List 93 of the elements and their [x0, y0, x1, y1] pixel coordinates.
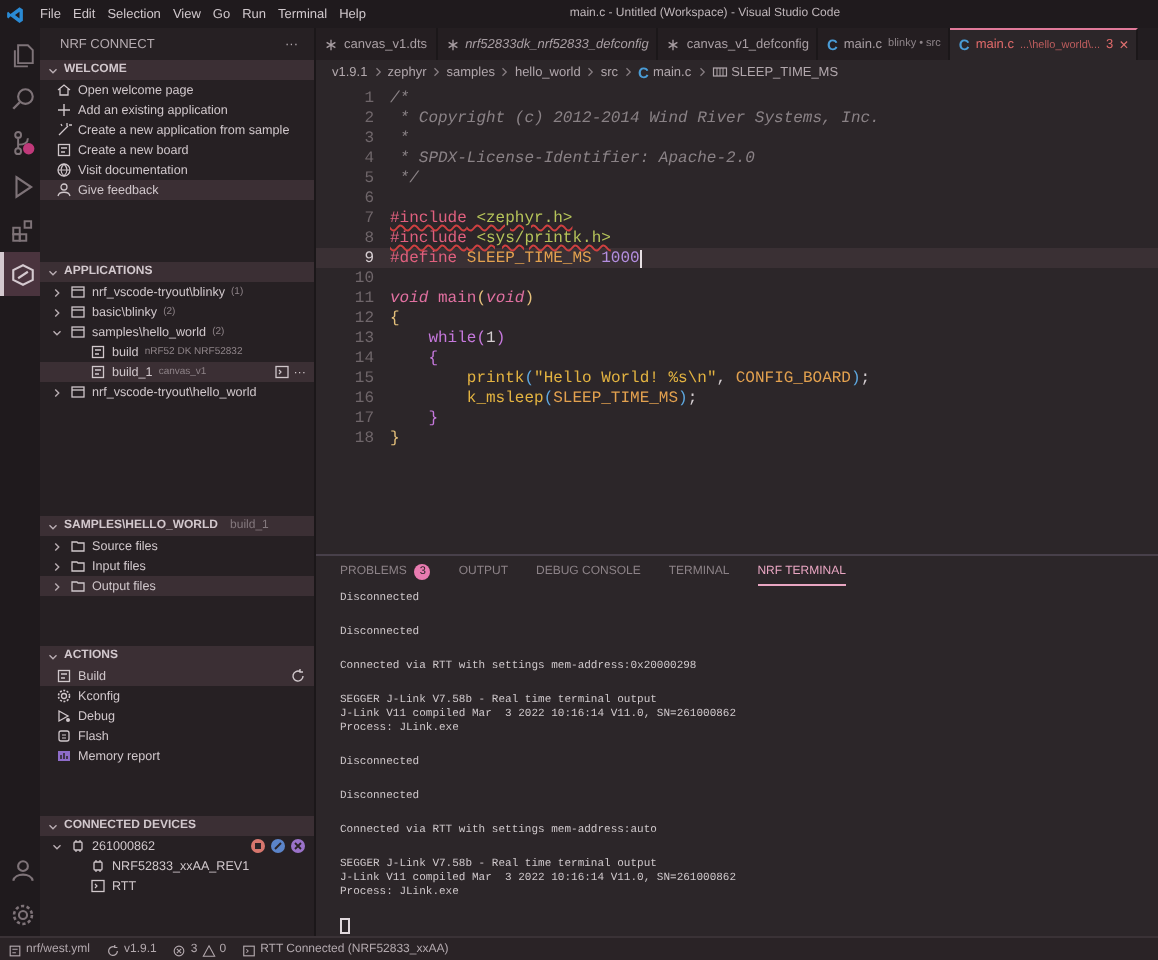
chevron-icon [498, 66, 511, 78]
line-number: 16 [352, 389, 376, 407]
chevron-icon[interactable] [46, 265, 60, 279]
line-number: 7 [362, 209, 376, 227]
code-line: */ [397, 169, 419, 187]
chevron-icon[interactable] [50, 325, 64, 339]
line-number: 9 [362, 249, 376, 267]
chevron-icon[interactable] [46, 63, 60, 77]
refresh-icon [290, 668, 306, 684]
error-icon [172, 943, 187, 957]
line-number: 4 [362, 149, 376, 167]
chevron-icon [430, 66, 443, 78]
line-number: 17 [352, 409, 376, 427]
code-line: } [426, 409, 439, 427]
branch-icon [9, 129, 35, 155]
line-number: 3 [362, 129, 376, 147]
line-number: 14 [352, 349, 376, 367]
window-icon [70, 324, 86, 340]
window-icon [70, 284, 86, 300]
code-line: } [390, 429, 400, 447]
code-line: #include <sys/printk.h> [390, 229, 611, 247]
board-icon [56, 668, 72, 684]
nrf-icon [9, 261, 35, 287]
chip-icon [90, 858, 106, 874]
chevron-icon[interactable] [50, 285, 64, 299]
globe-icon [56, 162, 72, 178]
line-number: 12 [352, 309, 376, 327]
board-icon [90, 344, 106, 360]
code-line: * [397, 129, 410, 147]
terminal-icon [242, 943, 257, 957]
line-number: 13 [352, 329, 376, 347]
terminal-icon [273, 364, 290, 380]
code-line: * SPDX-License-Identifier: Apache-2.0 [397, 149, 755, 167]
code-line: { [426, 349, 439, 367]
code-line: k_msleep(SLEEP_TIME_MS); [464, 389, 698, 407]
line-number: 1 [362, 89, 376, 107]
search-icon [9, 85, 35, 111]
chevron-icon [695, 66, 708, 78]
code-line: printk("Hello World! %s\n", CONFIG_BOARD); [464, 369, 871, 387]
chevron-icon[interactable] [50, 839, 64, 853]
chevron-icon[interactable] [46, 649, 60, 663]
chevron-icon[interactable] [50, 539, 64, 553]
refresh-icon [106, 943, 121, 957]
chevron-icon [584, 66, 597, 78]
chip-icon [70, 838, 86, 854]
stop-icon [250, 838, 266, 854]
line-number: 15 [352, 369, 376, 387]
chevron-icon [371, 66, 384, 78]
logo-icon [6, 5, 24, 23]
board-icon [56, 142, 72, 158]
plus-icon [56, 102, 72, 118]
terminal-icon [90, 878, 106, 894]
window-icon [70, 304, 86, 320]
code-line: void main(void) [390, 289, 535, 307]
play-icon [9, 173, 35, 199]
board-icon [90, 364, 106, 380]
gear-icon [56, 688, 72, 704]
line-number: 11 [352, 289, 376, 307]
line-number: 8 [362, 229, 376, 247]
symbol-icon [711, 64, 728, 80]
board-icon [8, 943, 22, 957]
chart-icon [56, 748, 72, 764]
chevron-icon[interactable] [46, 519, 60, 533]
person-icon [56, 182, 72, 198]
cross-icon [290, 838, 306, 854]
line-number: 10 [352, 269, 376, 287]
line-number: 2 [362, 109, 376, 127]
activity-nrf-button[interactable] [0, 252, 40, 296]
line-number: 5 [362, 169, 376, 187]
chevron-icon[interactable] [50, 559, 64, 573]
chevron-icon[interactable] [50, 305, 64, 319]
terminal-cursor [340, 918, 350, 934]
window-icon [70, 384, 86, 400]
line-number: 6 [362, 189, 376, 207]
code-line: * Copyright (c) 2012-2014 Wind River Systems, Inc. [397, 109, 880, 127]
chevron-icon[interactable] [50, 385, 64, 399]
warning-icon [201, 943, 216, 957]
house-icon [56, 82, 72, 98]
chevron-icon[interactable] [50, 579, 64, 593]
text-cursor [639, 249, 642, 267]
line-number: 18 [352, 429, 376, 447]
blocks-icon [9, 217, 35, 243]
gear-icon [9, 901, 35, 927]
code-line: /* [390, 89, 410, 107]
chevron-icon[interactable] [46, 819, 60, 833]
wand-icon [56, 122, 72, 138]
code-line: #include <zephyr.h> [390, 209, 573, 227]
code-line: while(1) [426, 329, 506, 347]
code-line: { [390, 309, 400, 327]
person-icon [9, 857, 35, 883]
code-line: #define SLEEP_TIME_MS 1000 [390, 249, 640, 267]
files-icon [9, 41, 35, 67]
chevron-icon [622, 66, 635, 78]
